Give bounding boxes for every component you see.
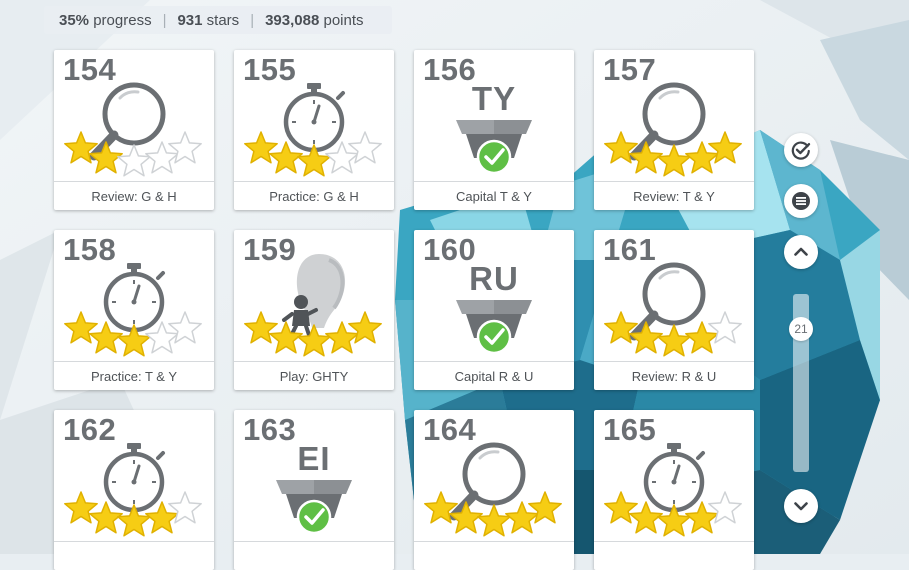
filled-star-icon: [244, 131, 278, 164]
lesson-card-155[interactable]: 155 Practice: G & H: [234, 50, 394, 210]
chevron-down-icon: [794, 502, 808, 511]
lesson-card-162[interactable]: 162: [54, 410, 214, 570]
lesson-number: 162: [63, 412, 117, 447]
filled-star-icon: [244, 311, 278, 344]
separator: |: [162, 11, 167, 29]
filled-star-icon: [64, 491, 98, 524]
separator: |: [250, 11, 255, 29]
lesson-number: 159: [243, 232, 297, 267]
lesson-title: Review: G & H: [54, 181, 214, 210]
lesson-number: 157: [603, 52, 657, 87]
lesson-number: 158: [63, 232, 117, 267]
open-box-icon: [456, 120, 532, 175]
lesson-number: 154: [63, 52, 117, 87]
open-box-icon: [456, 300, 532, 355]
lesson-card-159[interactable]: 159 Play: GHTY: [234, 230, 394, 390]
lesson-title: Capital R & U: [414, 361, 574, 390]
stars-value: 931: [177, 11, 203, 29]
filled-star-icon: [297, 324, 331, 357]
lesson-number: 161: [603, 232, 657, 267]
lesson-card-157[interactable]: 157 Review: T & Y: [594, 50, 754, 210]
scroll-down-button[interactable]: [784, 489, 818, 523]
filled-star-icon: [64, 311, 98, 344]
lesson-title: [414, 541, 574, 570]
lesson-letters: EI: [297, 440, 331, 477]
lesson-card-158[interactable]: 158 Practice: T & Y: [54, 230, 214, 390]
filled-star-icon: [657, 324, 691, 357]
hamburger-menu-icon: [792, 192, 810, 210]
lesson-card-165[interactable]: 165: [594, 410, 754, 570]
lesson-letters: RU: [469, 260, 519, 297]
empty-star-icon: [117, 144, 151, 177]
stopwatch-icon: [283, 83, 345, 153]
points-value: 393,088: [265, 11, 320, 29]
progress-value: 35%: [59, 11, 90, 29]
filled-star-icon: [604, 491, 638, 524]
lesson-card-164[interactable]: 164: [414, 410, 574, 570]
chevron-up-icon: [794, 247, 808, 256]
lesson-title: [54, 541, 214, 570]
lesson-card-156[interactable]: 156 TY Capital T & Y: [414, 50, 574, 210]
lesson-title: [234, 541, 394, 570]
open-box-icon: [276, 480, 352, 535]
lesson-card-154[interactable]: 154 Review: G & H: [54, 50, 214, 210]
completed-filter-button[interactable]: [784, 133, 818, 167]
lesson-title: Practice: T & Y: [54, 361, 214, 390]
lesson-number: 164: [423, 412, 477, 447]
filled-star-icon: [477, 504, 511, 537]
lesson-number: 155: [243, 52, 297, 87]
stopwatch-icon: [643, 443, 705, 513]
menu-button[interactable]: [784, 184, 818, 218]
lesson-number: 165: [603, 412, 657, 447]
stopwatch-icon: [103, 263, 165, 333]
filled-star-icon: [657, 144, 691, 177]
progress-label: progress: [93, 11, 152, 29]
lesson-title: Practice: G & H: [234, 181, 394, 210]
lesson-title: Review: T & Y: [594, 181, 754, 210]
lesson-title: [594, 541, 754, 570]
progress-summary-bar: 35% progress | 931 stars | 393,088 point…: [44, 6, 392, 34]
lesson-card-160[interactable]: 160 RU Capital R & U: [414, 230, 574, 390]
scroll-position-thumb[interactable]: 21: [789, 317, 813, 341]
points-label: points: [323, 11, 364, 29]
lesson-title: Play: GHTY: [234, 361, 394, 390]
stopwatch-icon: [103, 443, 165, 513]
lesson-letters: TY: [471, 80, 517, 117]
lesson-card-161[interactable]: 161 Review: R & U: [594, 230, 754, 390]
lesson-title: Capital T & Y: [414, 181, 574, 210]
stars-label: stars: [206, 11, 240, 29]
lesson-title: Review: R & U: [594, 361, 754, 390]
check-circle-icon: [791, 141, 811, 160]
scroll-up-button[interactable]: [784, 235, 818, 269]
lesson-card-163[interactable]: 163 EI: [234, 410, 394, 570]
